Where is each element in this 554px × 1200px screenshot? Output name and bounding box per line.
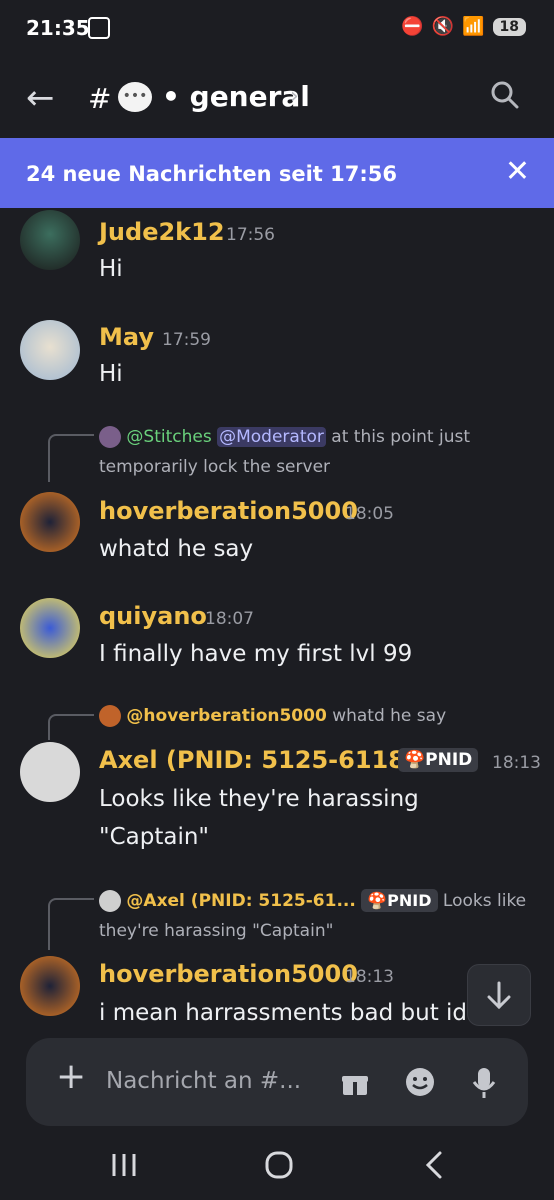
search-icon[interactable]	[490, 80, 520, 110]
reply-mention[interactable]: @Axel (PNID: 5125-61...	[126, 891, 355, 911]
home-icon[interactable]	[264, 1150, 294, 1180]
message-author[interactable]: hoverberation5000	[99, 497, 358, 525]
role-mention[interactable]: @Moderator	[217, 427, 326, 447]
chevron-down-icon	[487, 981, 511, 1010]
pnid-tag: 🍄PNID	[361, 889, 438, 912]
back-icon[interactable]	[422, 1150, 446, 1180]
message-composer: + Nachricht an #...	[26, 1038, 528, 1126]
message-text-cont: "Captain"	[99, 824, 209, 850]
reply-spine	[48, 434, 94, 482]
pnid-tag: 🍄PNID	[398, 748, 479, 772]
reply-avatar	[99, 890, 121, 912]
reply-text: whatd he say	[332, 706, 447, 726]
message-time: 17:59	[162, 330, 211, 350]
battery-badge: 18	[492, 17, 526, 36]
reply-text: Looks like	[442, 891, 527, 911]
message-text: Looks like they're harassing	[99, 786, 419, 812]
system-nav-bar	[0, 1140, 554, 1200]
message-input[interactable]: Nachricht an #...	[106, 1068, 301, 1094]
plus-icon[interactable]: +	[56, 1056, 86, 1097]
message-text: Hi	[99, 361, 123, 387]
reply-avatar	[99, 705, 121, 727]
reply-spine	[48, 898, 94, 950]
jump-to-bottom-button[interactable]	[467, 964, 531, 1026]
status-bar: 21:35 ⛔ 🔇 📶 18	[0, 0, 554, 60]
reply-preview[interactable]: @hoverberation5000 whatd he say	[99, 701, 446, 731]
banner-text: 24 neue Nachrichten seit 17:56	[26, 162, 398, 186]
gift-icon[interactable]	[340, 1068, 370, 1098]
back-arrow-icon[interactable]: ←	[26, 78, 55, 118]
avatar[interactable]	[20, 210, 80, 270]
reply-text-cont: temporarily lock the server	[99, 457, 331, 477]
chevron-right-icon[interactable]: ›	[290, 84, 299, 109]
mute-icon: 🔇	[431, 16, 455, 37]
reply-preview[interactable]: @Axel (PNID: 5125-61... 🍄PNID Looks like…	[99, 886, 539, 946]
reply-preview[interactable]: @Stitches @Moderator at this point just …	[99, 422, 539, 482]
screenshot-icon	[88, 17, 110, 39]
message-time: 18:13	[345, 967, 394, 987]
dnd-icon: ⛔	[401, 16, 424, 37]
avatar[interactable]	[20, 956, 80, 1016]
status-time: 21:35	[26, 16, 90, 40]
recents-icon[interactable]	[110, 1152, 138, 1178]
reply-spine	[48, 714, 94, 740]
reply-mention[interactable]: @hoverberation5000	[126, 706, 326, 726]
mic-icon[interactable]	[472, 1066, 496, 1100]
wifi-icon: 📶	[462, 16, 485, 37]
new-messages-banner[interactable]: 24 neue Nachrichten seit 17:56 ✕	[0, 138, 554, 208]
avatar[interactable]	[20, 598, 80, 658]
message-author[interactable]: Jude2k12	[99, 218, 225, 246]
channel-header: ← # ••• • general ›	[0, 60, 554, 138]
message-text: whatd he say	[99, 536, 254, 562]
tag-label: PNID	[425, 750, 473, 770]
message-text: i mean harrassments bad but id	[99, 1000, 468, 1026]
emoji-icon[interactable]	[404, 1066, 436, 1098]
message-time: 17:56	[226, 225, 275, 245]
channel-hash: #	[88, 82, 112, 115]
message-time: 18:05	[345, 504, 394, 524]
reply-text-cont: they're harassing "Captain"	[99, 921, 334, 941]
channel-name[interactable]: • general	[162, 80, 310, 113]
message-author[interactable]: Axel (PNID: 5125-6118...	[99, 746, 432, 774]
channel-emoji: •••	[118, 82, 152, 112]
avatar[interactable]	[20, 492, 80, 552]
reply-text: at this point just	[331, 427, 470, 447]
message-time: 18:07	[205, 609, 254, 629]
status-icons: ⛔ 🔇 📶 18	[401, 16, 526, 37]
avatar[interactable]	[20, 742, 80, 802]
reply-mention[interactable]: @Stitches	[126, 427, 211, 447]
message-text: I finally have my first lvl 99	[99, 641, 413, 667]
message-author[interactable]: hoverberation5000	[99, 960, 358, 988]
avatar[interactable]	[20, 320, 80, 380]
message-author[interactable]: May	[99, 323, 154, 351]
message-text: Hi	[99, 256, 123, 282]
tag-label: PNID	[387, 891, 432, 910]
message-time: 18:13	[492, 753, 541, 773]
message-author[interactable]: quiyano	[99, 602, 207, 630]
reply-avatar	[99, 426, 121, 448]
close-icon[interactable]: ✕	[505, 154, 530, 189]
